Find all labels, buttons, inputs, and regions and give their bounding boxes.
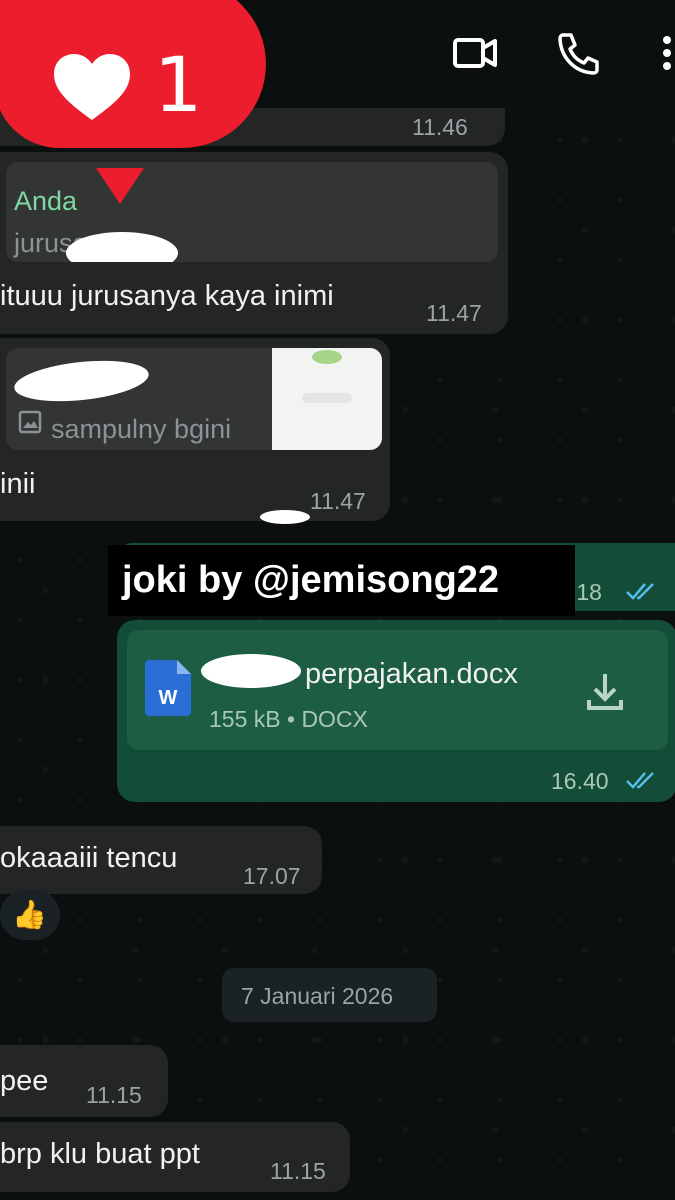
file-meta: 155 kB • DOCX bbox=[209, 706, 368, 732]
image-icon bbox=[18, 410, 42, 434]
video-call-icon[interactable] bbox=[452, 30, 498, 76]
watermark-banner: joki by @jemisong22 bbox=[108, 545, 575, 616]
word-document-icon: W bbox=[145, 660, 191, 716]
redaction-scribble bbox=[12, 355, 151, 407]
file-name: perpajakan.docx bbox=[305, 658, 518, 690]
thumbs-up-icon: 👍 bbox=[12, 898, 47, 931]
like-notification-badge: 1 bbox=[0, 0, 266, 148]
date-separator: 7 Januari 2026 bbox=[222, 968, 437, 1022]
watermark-text: joki by @jemisong22 bbox=[122, 559, 500, 601]
message-bubble[interactable]: sampulny bgini inii 11.47 bbox=[0, 338, 390, 524]
quoted-image-message[interactable]: sampulny bgini bbox=[6, 348, 382, 450]
svg-text:W: W bbox=[159, 687, 178, 709]
document-attachment[interactable]: W perpajakan.docx 155 kB • DOCX bbox=[127, 630, 668, 750]
message-time: 16.40 bbox=[551, 768, 609, 794]
quote-thumbnail[interactable] bbox=[272, 348, 382, 450]
message-time: 11.15 bbox=[270, 1158, 326, 1184]
like-count: 1 bbox=[154, 40, 203, 129]
message-text: okaaaiii tencu bbox=[0, 842, 178, 874]
message-text: ituuu jurusanya kaya inimi bbox=[0, 280, 334, 312]
message-bubble[interactable]: Anda jurusan ja ituuu jurusanya kaya ini… bbox=[0, 152, 508, 334]
voice-call-icon[interactable] bbox=[555, 30, 601, 76]
message-time: 11.46 bbox=[412, 114, 468, 140]
message-bubble[interactable]: brp klu buat ppt 11.15 bbox=[0, 1122, 350, 1192]
read-receipt-icon bbox=[626, 583, 654, 600]
heart-icon bbox=[54, 54, 130, 120]
quote-author: Anda bbox=[14, 186, 78, 216]
message-time: 11.47 bbox=[310, 488, 366, 514]
message-time: 17.07 bbox=[243, 863, 301, 889]
message-text: pee bbox=[0, 1065, 49, 1097]
badge-pointer bbox=[96, 168, 144, 204]
date-separator-text: 7 Januari 2026 bbox=[241, 983, 394, 1009]
read-receipt-icon bbox=[626, 772, 654, 789]
quote-caption: sampulny bgini bbox=[51, 414, 232, 444]
reaction-chip[interactable]: 👍 bbox=[0, 890, 60, 940]
message-bubble[interactable]: pee 11.15 bbox=[0, 1045, 168, 1117]
message-text: inii bbox=[0, 468, 36, 500]
more-options-icon[interactable] bbox=[652, 30, 675, 76]
message-text: brp klu buat ppt bbox=[0, 1138, 200, 1170]
redaction-scribble bbox=[201, 654, 301, 688]
download-icon[interactable] bbox=[583, 670, 627, 714]
quoted-message[interactable]: Anda jurusan ja bbox=[6, 162, 498, 262]
message-time: 11.47 bbox=[426, 300, 482, 326]
message-time: 11.15 bbox=[86, 1082, 142, 1108]
redaction-scribble bbox=[260, 510, 310, 524]
message-bubble[interactable]: okaaaiii tencu 17.07 bbox=[0, 826, 322, 894]
